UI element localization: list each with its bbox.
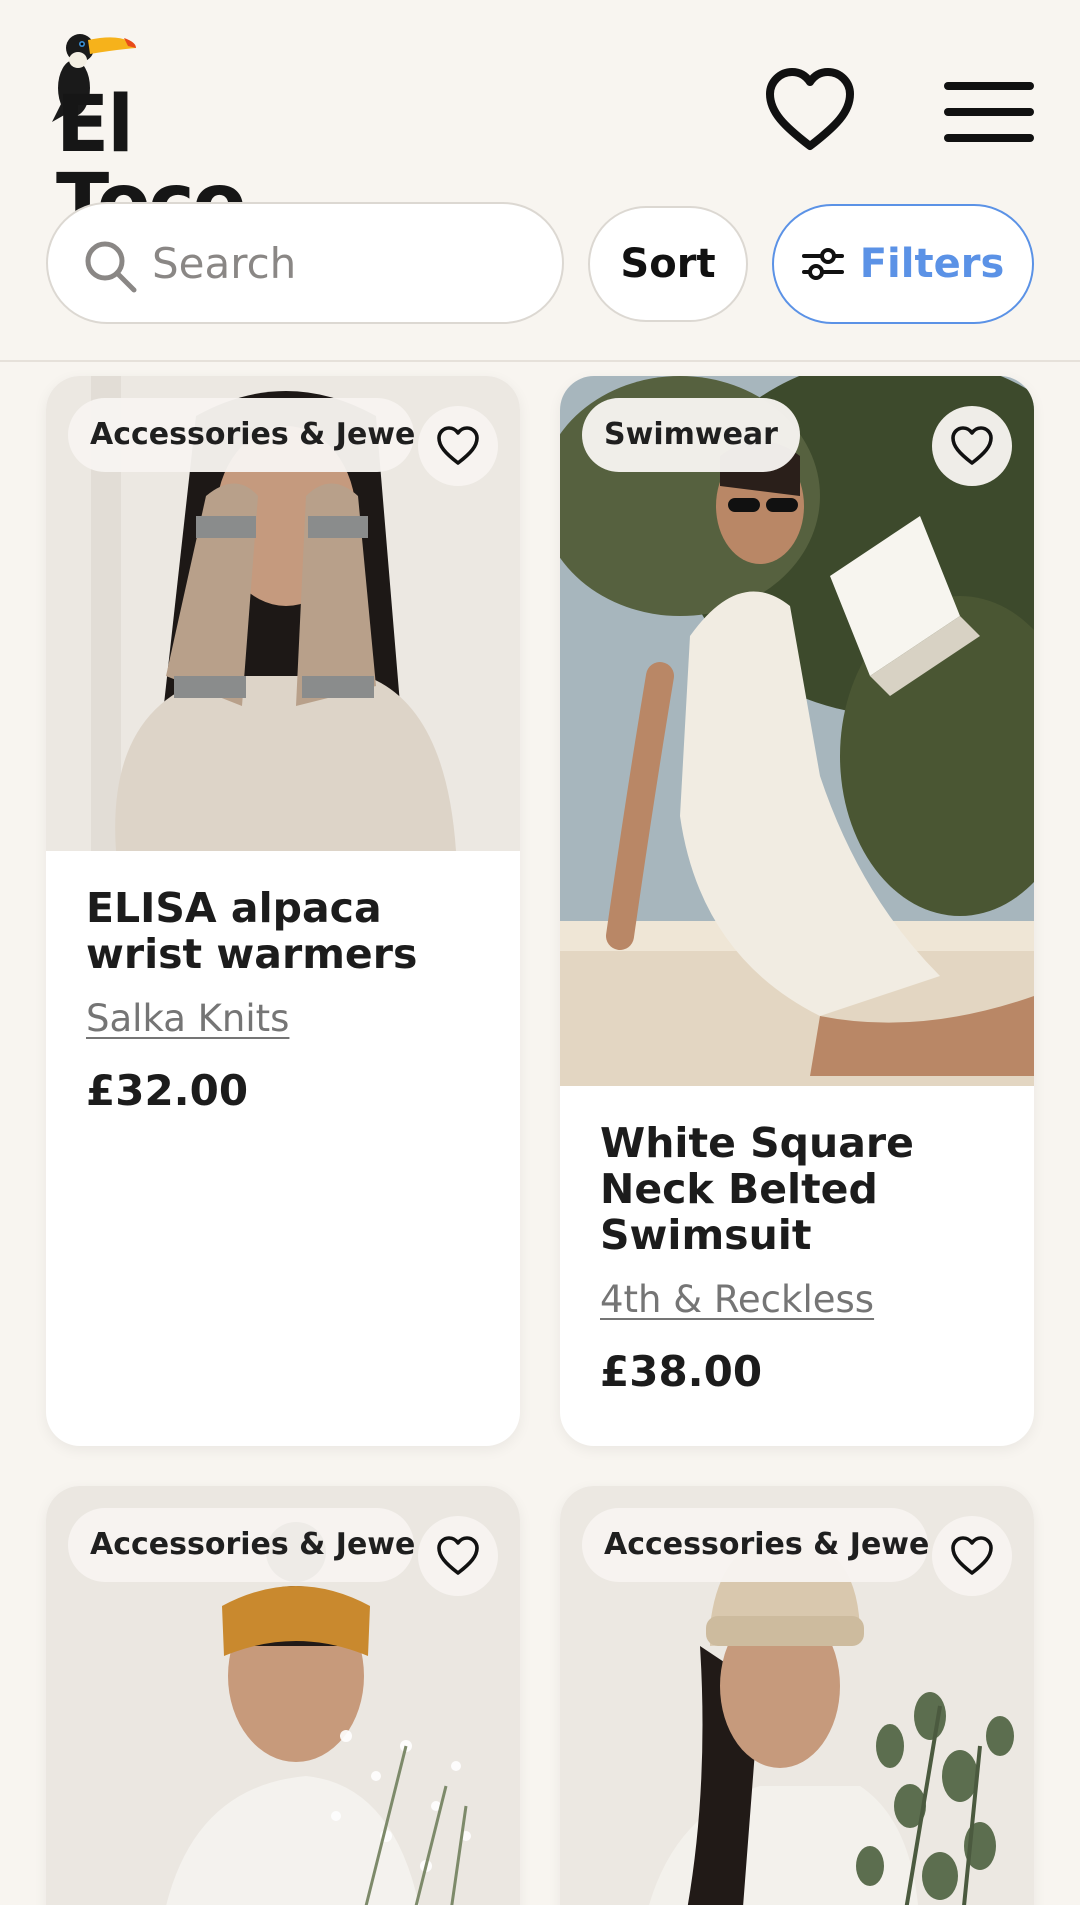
header: El Toco [0,0,1080,242]
favorite-button[interactable] [932,406,1012,486]
product-brand-link[interactable]: 4th & Reckless [600,1278,874,1321]
product-info: White Square Neck Belted Swimsuit 4th & … [560,1086,1034,1396]
category-badge: Swimwear [582,398,800,472]
product-title[interactable]: White Square Neck Belted Swimsuit [600,1120,994,1258]
product-card[interactable]: Swimwear White Square Neck Belted Swimsu… [560,376,1034,1446]
sort-button[interactable]: Sort [588,206,748,322]
favorite-button[interactable] [418,406,498,486]
heart-icon [951,426,993,465]
category-badge: Accessories & Jewellery [582,1508,928,1582]
product-price: £38.00 [600,1347,763,1396]
favorite-button[interactable] [418,1516,498,1596]
product-image[interactable]: Accessories & Jewellery [46,376,520,851]
heart-icon[interactable] [764,66,856,158]
product-brand-link[interactable]: Salka Knits [86,997,289,1040]
sliders-icon [801,248,844,280]
filters-label: Filters [859,241,1005,287]
search-box[interactable] [46,202,564,324]
product-image[interactable]: Accessories & Jewellery [46,1486,520,1905]
product-image[interactable]: Swimwear [560,376,1034,1086]
filters-button[interactable]: Filters [772,204,1034,324]
product-info: ELISA alpaca wrist warmers Salka Knits £… [46,851,520,1115]
heart-icon [951,1536,993,1575]
divider [0,360,1080,362]
product-price: £32.00 [86,1066,249,1115]
category-badge: Accessories & Jewellery [68,1508,414,1582]
product-title[interactable]: ELISA alpaca wrist warmers [86,885,480,977]
heart-icon [437,426,479,465]
search-icon [85,241,137,293]
favorite-button[interactable] [932,1516,1012,1596]
category-badge: Accessories & Jewellery [68,398,414,472]
logo[interactable]: El Toco [44,26,344,242]
product-card[interactable]: Accessories & Jewellery [46,1486,520,1905]
product-card[interactable]: Accessories & Jewellery ELISA alpaca wri… [46,376,520,1446]
heart-icon [437,1536,479,1575]
product-image[interactable]: Accessories & Jewellery [560,1486,1034,1905]
search-input[interactable] [152,226,532,300]
toolbar: Sort Filters [0,198,1080,328]
hamburger-menu-icon[interactable] [944,78,1036,148]
product-card[interactable]: Accessories & Jewellery [560,1486,1034,1905]
